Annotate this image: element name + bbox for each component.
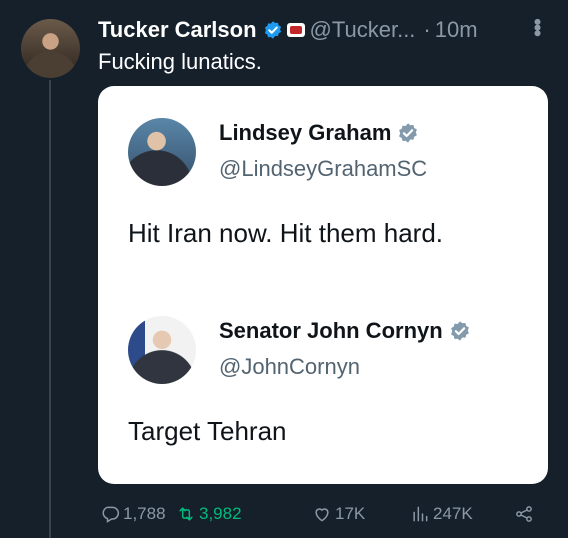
post-text: Fucking lunatics. [98,49,262,74]
views-icon [413,506,428,522]
author-handle[interactable]: @Tucker... [310,17,416,43]
quote1-author: Lindsey Graham [219,120,419,146]
quote2-avatar[interactable] [128,316,196,384]
like-icon [315,508,329,522]
quote2-handle[interactable]: @JohnCornyn [219,354,360,380]
affiliation-badge-icon [286,23,305,37]
quote2-author: Senator John Cornyn [219,318,471,344]
share-button[interactable] [514,504,537,524]
author-name[interactable]: Tucker Carlson [98,17,257,43]
quote1-author-name[interactable]: Lindsey Graham [219,120,391,146]
repost-icon [179,507,193,521]
views-count: 247K [433,504,473,523]
author-avatar[interactable] [21,19,80,78]
views-button[interactable]: 247K [410,504,473,524]
thread-line [49,80,51,538]
quote2-author-name[interactable]: Senator John Cornyn [219,318,443,344]
reply-button[interactable]: 1,788 [100,504,166,524]
share-icon [516,506,532,522]
like-button[interactable]: 17K [312,504,365,524]
repost-button[interactable]: 3,982 [176,504,242,524]
quote-card[interactable]: Lindsey Graham @LindseyGrahamSC Hit Iran… [98,86,548,484]
reply-count: 1,788 [123,504,166,523]
more-icon[interactable]: ••• [525,18,550,35]
quote1-handle[interactable]: @LindseyGrahamSC [219,156,427,182]
post-header: Tucker Carlson @Tucker... · 10m ••• [98,16,550,44]
verified-badge-icon [399,123,418,143]
verified-badge-icon [264,21,281,39]
like-count: 17K [335,504,366,523]
separator-dot: · [423,17,431,42]
quote1-text: Hit Iran now. Hit them hard. [128,218,444,248]
quote2-text: Target Tehran [128,416,287,446]
post-time[interactable]: 10m [435,17,478,43]
quote1-avatar[interactable] [128,118,196,186]
repost-count: 3,982 [199,504,242,523]
verified-badge-icon [450,321,469,341]
action-bar: 1,788 3,982 17K 247K [98,500,548,530]
reply-icon [102,506,120,523]
